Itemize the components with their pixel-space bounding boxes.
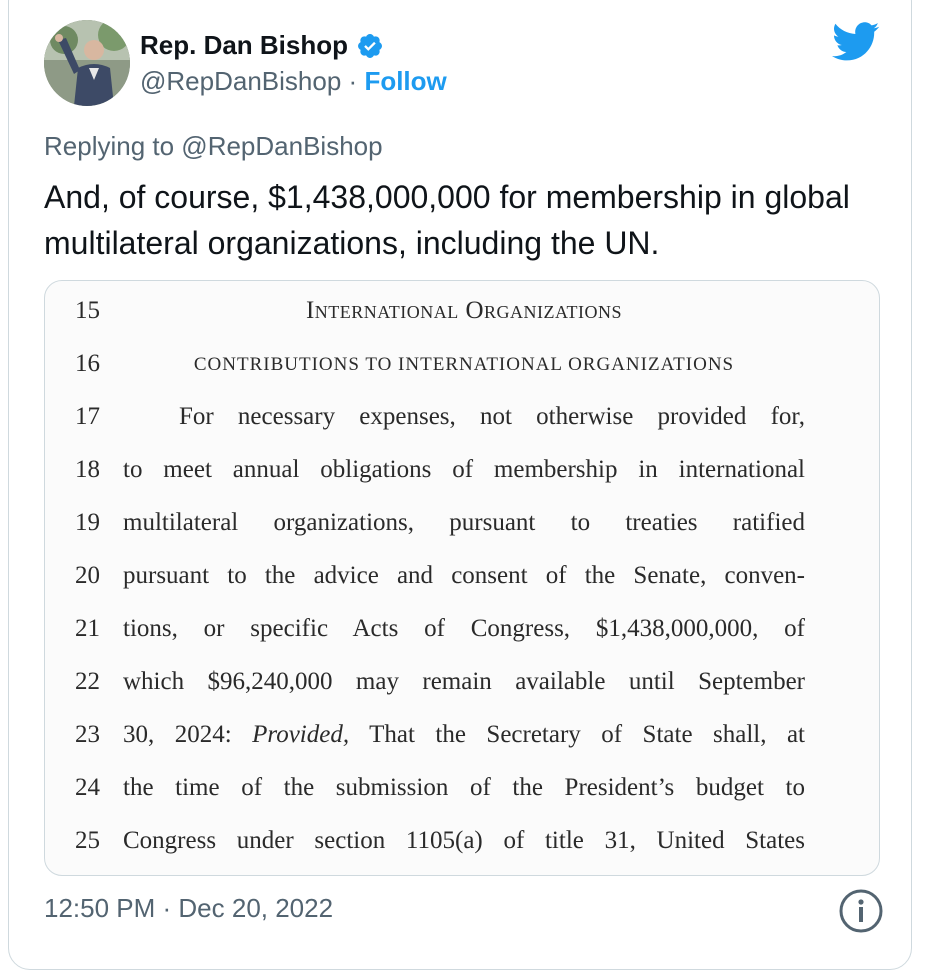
- bill-line: 24 the time of the submission of the Pre…: [45, 774, 879, 814]
- line-number: 21: [75, 615, 100, 642]
- avatar-photo: [44, 20, 130, 106]
- line-number: 20: [75, 562, 100, 589]
- info-icon[interactable]: [838, 888, 884, 934]
- follow-button[interactable]: Follow: [364, 66, 446, 96]
- line-number: 15: [75, 297, 100, 324]
- line-text: multilateral organizations, pursuant to …: [123, 509, 805, 536]
- line-text: CONTRIBUTIONS TO INTERNATIONAL ORGANIZAT…: [193, 354, 735, 375]
- line-text: tions, or specific Acts of Congress, $1,…: [123, 615, 805, 642]
- bill-line: 22 which $96,240,000 may remain availabl…: [45, 668, 879, 708]
- line-number: 19: [75, 509, 100, 536]
- line-number: 24: [75, 774, 100, 801]
- bill-line: 21 tions, or specific Acts of Congress, …: [45, 615, 879, 655]
- line-number: 22: [75, 668, 100, 695]
- author-handle[interactable]: @RepDanBishop: [140, 66, 341, 96]
- attached-image[interactable]: 15 International Organizations 16 CONTRI…: [44, 280, 880, 876]
- bill-line: 18 to meet annual obligations of members…: [45, 456, 879, 496]
- bill-line: 17 For necessary expenses, not otherwise…: [45, 403, 879, 443]
- line-text: Congress under section 1105(a) of title …: [123, 827, 805, 854]
- line-text: 30, 2024: Provided, That the Secretary o…: [123, 721, 805, 748]
- line-text: For necessary expenses, not otherwise pr…: [179, 403, 805, 430]
- bill-line: 25 Congress under section 1105(a) of tit…: [45, 827, 879, 867]
- line-text: to meet annual obligations of membership…: [123, 456, 805, 483]
- avatar[interactable]: [44, 20, 130, 106]
- line-number: 25: [75, 827, 100, 854]
- line-text: pursuant to the advice and consent of th…: [123, 562, 805, 589]
- author-name-row[interactable]: Rep. Dan Bishop: [140, 30, 384, 61]
- bill-line: 15 International Organizations: [45, 297, 879, 337]
- bill-line: 19 multilateral organizations, pursuant …: [45, 509, 879, 549]
- tweet-timestamp[interactable]: 12:50 PM · Dec 20, 2022: [44, 893, 333, 924]
- line-number: 23: [75, 721, 100, 748]
- author-handle-row: @RepDanBishop · Follow: [140, 66, 447, 97]
- separator-dot: ·: [348, 66, 358, 96]
- bill-line: 23 30, 2024: Provided, That the Secretar…: [45, 721, 879, 761]
- line-number: 16: [75, 350, 100, 377]
- line-text: which $96,240,000 may remain available u…: [123, 668, 805, 695]
- twitter-bird-icon[interactable]: [832, 22, 880, 62]
- line-text: International Organizations: [305, 297, 623, 324]
- line-number: 18: [75, 456, 100, 483]
- tweet-text: And, of course, $1,438,000,000 for membe…: [44, 179, 850, 261]
- replying-to[interactable]: Replying to @RepDanBishop: [44, 131, 383, 162]
- line-number: 17: [75, 403, 100, 430]
- verified-badge-icon: [356, 32, 384, 60]
- bill-line: 20 pursuant to the advice and consent of…: [45, 562, 879, 602]
- bill-line: 16 CONTRIBUTIONS TO INTERNATIONAL ORGANI…: [45, 350, 879, 390]
- line-text: the time of the submission of the Presid…: [123, 774, 805, 801]
- author-name[interactable]: Rep. Dan Bishop: [140, 30, 348, 61]
